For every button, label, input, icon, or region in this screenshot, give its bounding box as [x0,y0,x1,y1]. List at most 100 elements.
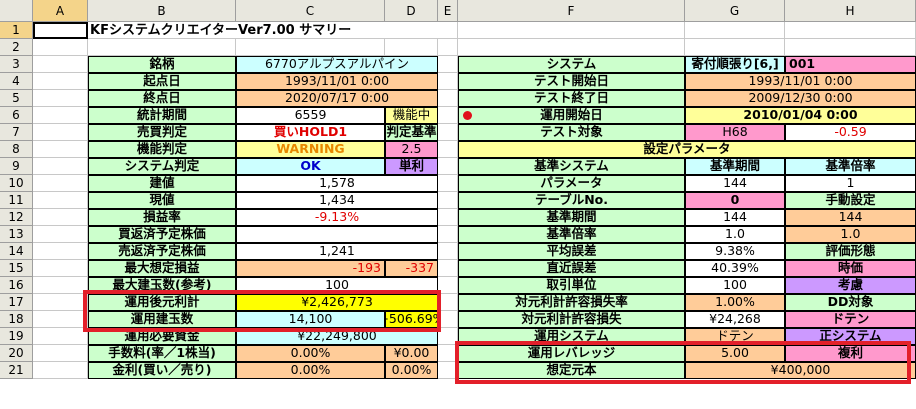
column-header-e[interactable]: E [438,0,458,22]
cell-b4[interactable]: 起点日 [88,73,236,90]
cell-a5[interactable] [33,90,88,107]
cell-b1[interactable]: KFシステムクリエイターVer7.00 サマリー [88,22,448,39]
row-header-13[interactable]: 13 [0,226,33,243]
cell-g13[interactable]: 1.0 [685,226,785,243]
cell-h1[interactable] [785,22,916,39]
cell-c13[interactable] [236,226,438,243]
cell-d21[interactable]: 0.00% [385,362,438,379]
cell-b11[interactable]: 現値 [88,192,236,209]
row-header-6[interactable]: 6 [0,107,33,124]
cell-a12[interactable] [33,209,88,226]
cell-f5[interactable]: テスト終了日 [458,90,685,107]
row-header-18[interactable]: 18 [0,311,33,328]
row-header-12[interactable]: 12 [0,209,33,226]
cell-e4[interactable] [438,73,458,90]
cell-c7[interactable]: 買いHOLD1 [236,124,385,141]
cell-f16[interactable]: 取引単位 [458,277,685,294]
row-header-11[interactable]: 11 [0,192,33,209]
cell-h18[interactable]: ドテン [785,311,916,328]
cell-a7[interactable] [33,124,88,141]
row-header-4[interactable]: 4 [0,73,33,90]
cell-h7[interactable]: -0.59 [785,124,916,141]
cell-b5[interactable]: 終点日 [88,90,236,107]
cell-c5[interactable]: 2020/07/17 0:00 [236,90,438,107]
row-header-14[interactable]: 14 [0,243,33,260]
cell-f1[interactable] [458,22,685,39]
cell-f17[interactable]: 対元利計許容損失率 [458,294,685,311]
column-header-a[interactable]: A [33,0,88,22]
cell-f8[interactable]: 設定パラメータ [458,141,916,158]
cell-g2[interactable] [685,39,785,56]
cell-e13[interactable] [438,226,458,243]
row-header-3[interactable]: 3 [0,56,33,73]
row-header-16[interactable]: 16 [0,277,33,294]
cell-a19[interactable] [33,328,88,345]
cell-g1[interactable] [685,22,785,39]
cell-g11[interactable]: 0 [685,192,785,209]
cell-e9[interactable] [438,158,458,175]
row-header-21[interactable]: 21 [0,362,33,379]
cell-d7[interactable]: 判定基準 [385,124,438,141]
row-header-10[interactable]: 10 [0,175,33,192]
cell-a3[interactable] [33,56,88,73]
cell-d9[interactable]: 単利 [385,158,438,175]
cell-a8[interactable] [33,141,88,158]
cell-f13[interactable]: 基準倍率 [458,226,685,243]
cell-a11[interactable] [33,192,88,209]
cell-g3[interactable]: 寄付順張り[6,] [685,56,785,73]
row-header-7[interactable]: 7 [0,124,33,141]
cell-h12[interactable]: 144 [785,209,916,226]
cell-e10[interactable] [438,175,458,192]
cell-b21[interactable]: 金利(買い／売り) [88,362,236,379]
cell-c9[interactable]: OK [236,158,385,175]
column-header-g[interactable]: G [685,0,785,22]
cell-e12[interactable] [438,209,458,226]
column-header-c[interactable]: C [236,0,385,22]
cell-e14[interactable] [438,243,458,260]
cell-f2[interactable] [458,39,685,56]
cell-e8[interactable] [438,141,458,158]
cell-a15[interactable] [33,260,88,277]
cell-d8[interactable]: 2.5 [385,141,438,158]
cell-e11[interactable] [438,192,458,209]
row-header-1[interactable]: 1 [0,22,33,39]
cell-c12[interactable]: -9.13% [236,209,438,226]
row-header-19[interactable]: 19 [0,328,33,345]
cell-c21[interactable]: 0.00% [236,362,385,379]
cell-g16[interactable]: 100 [685,277,785,294]
cell-f12[interactable]: 基準期間 [458,209,685,226]
cell-f14[interactable]: 平均誤差 [458,243,685,260]
row-header-9[interactable]: 9 [0,158,33,175]
cell-a17[interactable] [33,294,88,311]
cell-g5[interactable]: 2009/12/30 0:00 [685,90,916,107]
cell-e7[interactable] [438,124,458,141]
cell-f7[interactable]: テスト対象 [458,124,685,141]
cell-e17[interactable] [438,294,458,311]
cell-a10[interactable] [33,175,88,192]
cell-a16[interactable] [33,277,88,294]
cell-c15[interactable]: -193 [236,260,385,277]
row-header-8[interactable]: 8 [0,141,33,158]
cell-h11[interactable]: 手動設定 [785,192,916,209]
cell-a20[interactable] [33,345,88,362]
cell-e16[interactable] [438,277,458,294]
cell-g14[interactable]: 9.38% [685,243,785,260]
cell-e5[interactable] [438,90,458,107]
cell-b2[interactable] [88,39,236,56]
cell-h16[interactable]: 考慮 [785,277,916,294]
cell-c4[interactable]: 1993/11/01 0:00 [236,73,438,90]
cell-a21[interactable] [33,362,88,379]
cell-a6[interactable] [33,107,88,124]
cell-f10[interactable]: パラメータ [458,175,685,192]
cell-c11[interactable]: 1,434 [236,192,438,209]
cell-g10[interactable]: 144 [685,175,785,192]
cell-a1[interactable] [33,22,88,39]
column-header-h[interactable]: H [785,0,916,22]
cell-f3[interactable]: システム [458,56,685,73]
cell-b10[interactable]: 建値 [88,175,236,192]
cell-b12[interactable]: 損益率 [88,209,236,226]
cell-b8[interactable]: 機能判定 [88,141,236,158]
cell-f6[interactable]: 運用開始日 [458,107,685,124]
cell-h10[interactable]: 1 [785,175,916,192]
cell-f11[interactable]: テーブルNo. [458,192,685,209]
